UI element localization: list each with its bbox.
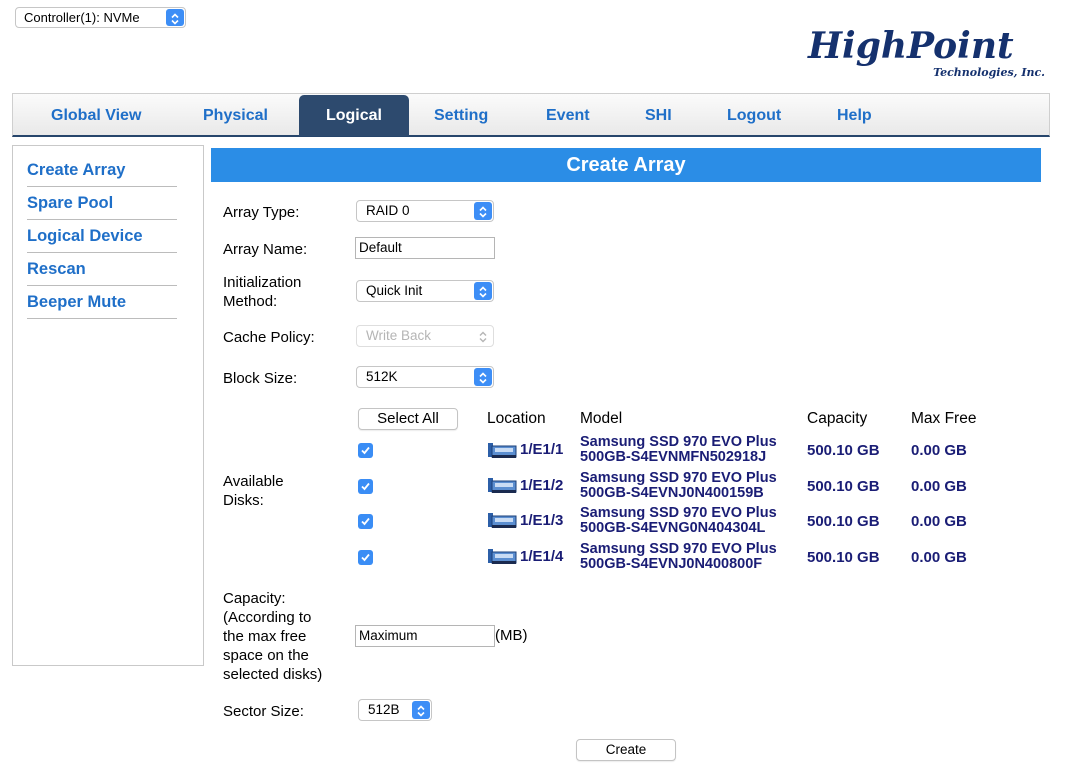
init-method-label-line1: Initialization xyxy=(223,274,302,291)
column-max-free: Max Free xyxy=(911,410,977,427)
disk-model-line1: Samsung SSD 970 EVO Plus xyxy=(580,505,777,521)
block-size-value: 512K xyxy=(366,369,398,384)
disk-capacity: 500.10 GB xyxy=(807,478,880,495)
disk-model-line2: 500GB-S4EVNJ0N400159B xyxy=(580,485,764,501)
column-capacity: Capacity xyxy=(807,410,868,427)
controller-select-value: Controller(1): NVMe xyxy=(24,10,140,25)
disk-checkbox[interactable] xyxy=(358,479,373,494)
capacity-label-line: the max free xyxy=(223,628,307,645)
array-type-label: Array Type: xyxy=(223,204,300,221)
init-method-select[interactable]: Quick Init xyxy=(356,280,494,302)
disk-checkbox[interactable] xyxy=(358,443,373,458)
page-title: Create Array xyxy=(211,148,1041,182)
disk-location: 1/E1/2 xyxy=(520,477,564,494)
disk-capacity: 500.10 GB xyxy=(807,513,880,530)
block-size-select[interactable]: 512K xyxy=(356,366,494,388)
create-button[interactable]: Create xyxy=(576,739,676,761)
column-location: Location xyxy=(487,410,546,427)
disk-model-line2: 500GB-S4EVNJ0N400800F xyxy=(580,556,763,572)
sidebar: Create Array Spare Pool Logical Device R… xyxy=(12,145,204,666)
array-name-input[interactable]: Default xyxy=(355,237,495,259)
disk-model-line1: Samsung SSD 970 EVO Plus xyxy=(580,541,777,557)
array-type-value: RAID 0 xyxy=(366,203,410,218)
disk-drive-icon xyxy=(488,478,517,493)
disk-location: 1/E1/3 xyxy=(520,512,564,529)
highpoint-logo: HighPoint Technologies, Inc. xyxy=(800,18,1055,88)
init-method-label: Initialization Method: xyxy=(223,273,301,311)
disk-model-line2: 500GB-S4EVNMFN502918J xyxy=(580,449,767,465)
sector-size-select[interactable]: 512B xyxy=(358,699,432,721)
chevron-updown-icon xyxy=(166,9,184,26)
column-model: Model xyxy=(580,410,623,427)
chevron-updown-icon xyxy=(474,282,492,300)
capacity-label-line: space on the xyxy=(223,647,309,664)
cache-policy-label: Cache Policy: xyxy=(223,329,315,346)
init-method-label-line2: Method: xyxy=(223,293,278,310)
sidebar-item-beeper-mute[interactable]: Beeper Mute xyxy=(27,286,177,319)
disk-model: Samsung SSD 970 EVO Plus 500GB-S4EVNG0N40… xyxy=(580,506,777,536)
disk-capacity: 500.10 GB xyxy=(807,549,880,566)
logo-brand: HighPoint xyxy=(807,25,1014,67)
chevron-updown-icon xyxy=(474,327,492,345)
tab-setting[interactable]: Setting xyxy=(434,94,488,136)
cache-policy-value: Write Back xyxy=(366,328,432,343)
sector-size-label: Sector Size: xyxy=(223,703,304,720)
array-name-label: Array Name: xyxy=(223,241,308,258)
disk-checkbox[interactable] xyxy=(358,514,373,529)
disk-drive-icon xyxy=(488,513,517,528)
capacity-label-line: Capacity: xyxy=(223,590,286,607)
capacity-unit: (MB) xyxy=(495,627,528,644)
chevron-updown-icon xyxy=(412,701,430,719)
available-disks-label-line1: Available xyxy=(223,473,284,490)
select-all-button[interactable]: Select All xyxy=(358,408,458,430)
chevron-updown-icon xyxy=(474,368,492,386)
disk-max-free: 0.00 GB xyxy=(911,549,967,566)
available-disks-label-line2: Disks: xyxy=(223,492,264,509)
block-size-label: Block Size: xyxy=(223,370,298,387)
disk-drive-icon xyxy=(488,443,517,458)
tab-event[interactable]: Event xyxy=(546,94,590,136)
tab-global-view[interactable]: Global View xyxy=(51,94,141,136)
capacity-input[interactable]: Maximum xyxy=(355,625,495,647)
cache-policy-select: Write Back xyxy=(356,325,494,347)
disk-drive-icon xyxy=(488,549,517,564)
logo-subtitle: Technologies, Inc. xyxy=(933,66,1045,79)
disk-location: 1/E1/1 xyxy=(520,441,564,458)
tab-logical[interactable]: Logical xyxy=(299,95,409,136)
disk-capacity: 500.10 GB xyxy=(807,442,880,459)
capacity-label-line: selected disks) xyxy=(223,666,323,683)
sector-size-value: 512B xyxy=(368,702,400,717)
disk-max-free: 0.00 GB xyxy=(911,513,967,530)
array-type-select[interactable]: RAID 0 xyxy=(356,200,494,222)
capacity-label: Capacity: (According to the max free spa… xyxy=(223,589,322,684)
disk-model: Samsung SSD 970 EVO Plus 500GB-S4EVNJ0N40… xyxy=(580,542,777,572)
tab-shi[interactable]: SHI xyxy=(645,94,672,136)
sidebar-item-rescan[interactable]: Rescan xyxy=(27,253,177,286)
disk-max-free: 0.00 GB xyxy=(911,478,967,495)
tab-physical[interactable]: Physical xyxy=(203,94,268,136)
main-nav: Global View Physical Logical Setting Eve… xyxy=(12,93,1050,137)
disk-model-line2: 500GB-S4EVNG0N404304L xyxy=(580,520,766,536)
disk-model: Samsung SSD 970 EVO Plus 500GB-S4EVNJ0N40… xyxy=(580,471,777,501)
capacity-label-line: (According to xyxy=(223,609,312,626)
tab-help[interactable]: Help xyxy=(837,94,872,136)
disk-location: 1/E1/4 xyxy=(520,548,564,565)
disk-model: Samsung SSD 970 EVO Plus 500GB-S4EVNMFN50… xyxy=(580,435,777,465)
sidebar-item-spare-pool[interactable]: Spare Pool xyxy=(27,187,177,220)
sidebar-item-logical-device[interactable]: Logical Device xyxy=(27,220,177,253)
sidebar-item-create-array[interactable]: Create Array xyxy=(27,154,177,187)
available-disks-label: Available Disks: xyxy=(223,472,284,510)
disk-checkbox[interactable] xyxy=(358,550,373,565)
chevron-updown-icon xyxy=(474,202,492,220)
init-method-value: Quick Init xyxy=(366,283,423,298)
controller-select[interactable]: Controller(1): NVMe xyxy=(15,7,186,28)
disk-max-free: 0.00 GB xyxy=(911,442,967,459)
disk-model-line1: Samsung SSD 970 EVO Plus xyxy=(580,434,777,450)
disk-model-line1: Samsung SSD 970 EVO Plus xyxy=(580,470,777,486)
tab-logout[interactable]: Logout xyxy=(727,94,781,136)
